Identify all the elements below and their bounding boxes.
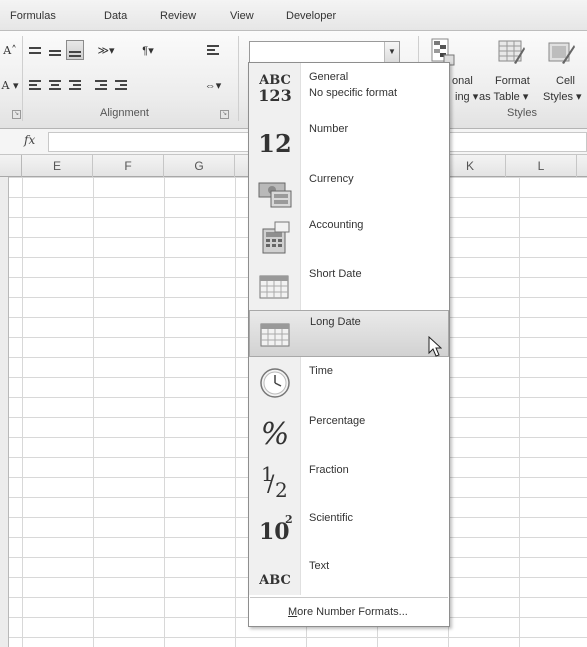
increase-indent-icon	[115, 80, 127, 90]
align-middle-icon	[49, 49, 61, 56]
merge-center-icon: ⇔▾	[204, 79, 222, 92]
menu-item-label: Short Date	[309, 268, 362, 280]
menu-item-label: Currency	[309, 173, 354, 185]
align-right-icon	[69, 80, 81, 90]
grow-font-button[interactable]: A˄	[2, 40, 18, 60]
menu-item-fraction[interactable]: 1 / 2 Fraction	[249, 456, 449, 503]
currency-icon	[258, 182, 292, 208]
menu-item-sublabel: No specific format	[309, 87, 398, 99]
number-format-combo[interactable]: ▼	[249, 41, 400, 63]
menu-item-label: Fraction	[309, 464, 349, 476]
align-left-button[interactable]	[26, 75, 44, 95]
select-all-corner[interactable]	[0, 155, 22, 177]
cell-styles-icon[interactable]	[546, 37, 576, 67]
paragraph-button[interactable]: ¶▾	[134, 40, 162, 60]
font-color-button[interactable]: A ▾	[0, 75, 20, 95]
menu-item-label: Time	[309, 365, 334, 377]
group-separator	[238, 36, 239, 121]
alignment-dialog-launcher[interactable]: ↘	[220, 110, 229, 119]
format-as-table-label[interactable]: Format	[495, 75, 530, 87]
calendar-icon	[259, 275, 289, 299]
menu-item-label: Text	[309, 560, 330, 572]
align-right-button[interactable]	[66, 75, 84, 95]
abc-icon: ABC	[259, 572, 291, 588]
menu-item-percentage[interactable]: % Percentage	[249, 407, 449, 454]
menu-item-label: Number	[309, 123, 349, 135]
column-header-g[interactable]: G	[164, 155, 235, 177]
alignment-group-label: Alignment	[100, 107, 149, 119]
menu-item-label: Percentage	[309, 415, 366, 427]
align-left-icon	[29, 80, 41, 90]
menu-item-short-date[interactable]: Short Date	[249, 262, 449, 309]
align-center-button[interactable]	[46, 75, 64, 95]
menu-item-time[interactable]: Time	[249, 359, 449, 406]
menu-item-long-date[interactable]: Long Date	[249, 310, 449, 357]
menu-item-currency[interactable]: Currency	[249, 165, 449, 212]
menu-item-number[interactable]: 12 Number	[249, 115, 449, 162]
column-header-e[interactable]: E	[22, 155, 93, 177]
column-header-f[interactable]: F	[93, 155, 164, 177]
decrease-indent-icon	[95, 80, 107, 90]
conditional-formatting-label-2[interactable]: ing ▾	[455, 90, 478, 103]
more-number-formats-item[interactable]: More Number Formats...	[250, 597, 448, 625]
number-format-dropdown-button[interactable]: ▼	[384, 42, 399, 62]
menu-item-label: General	[309, 71, 349, 83]
orientation-icon: ≫▾	[97, 44, 115, 57]
decrease-indent-button[interactable]	[92, 75, 110, 95]
clock-icon	[260, 368, 290, 398]
percent-icon: %	[260, 416, 290, 452]
align-bottom-button[interactable]	[66, 40, 84, 60]
cell-styles-label[interactable]: Cell	[556, 75, 575, 87]
orientation-button[interactable]: ≫▾	[92, 40, 120, 60]
row-header-gutter[interactable]	[0, 177, 9, 647]
menu-item-accounting[interactable]: Accounting	[249, 213, 449, 260]
align-center-icon	[49, 80, 61, 90]
group-separator	[22, 36, 23, 121]
tab-formulas[interactable]: Formulas	[10, 10, 56, 22]
mouse-pointer-icon	[428, 336, 442, 357]
insert-function-button[interactable]: fx	[24, 133, 35, 147]
cell-styles-label-2[interactable]: Styles ▾	[543, 90, 582, 103]
calendar-icon	[260, 323, 290, 347]
tab-developer[interactable]: Developer	[286, 10, 336, 22]
wrap-text-icon	[207, 45, 219, 55]
merge-center-button[interactable]: ⇔▾	[198, 75, 228, 95]
menu-item-text[interactable]: ABC Text	[249, 552, 449, 599]
align-bottom-icon	[69, 51, 81, 57]
fraction-icon: 1 / 2	[261, 462, 288, 502]
font-dialog-launcher[interactable]: ↘	[12, 110, 21, 119]
accounting-icon	[262, 221, 290, 254]
ribbon-tab-bar: Formulas Data Review View Developer	[0, 0, 587, 31]
conditional-formatting-label[interactable]: onal	[452, 75, 473, 87]
format-as-table-label-2[interactable]: as Table ▾	[479, 90, 528, 103]
tab-view[interactable]: View	[230, 10, 254, 22]
column-header-l[interactable]: L	[506, 155, 577, 177]
wrap-text-button[interactable]	[204, 40, 222, 60]
menu-item-label: Long Date	[310, 316, 361, 328]
menu-item-label: Accounting	[309, 219, 364, 231]
format-as-table-icon[interactable]	[496, 37, 526, 67]
styles-group-label: Styles	[507, 107, 537, 119]
align-top-button[interactable]	[26, 40, 44, 60]
more-number-formats-label: More Number Formats...	[288, 605, 408, 618]
menu-item-label: Scientific	[309, 512, 354, 524]
abc-123-icon: ABC 123	[258, 73, 292, 105]
tab-data[interactable]: Data	[104, 10, 127, 22]
align-top-icon	[29, 46, 41, 54]
number-icon: 12	[258, 128, 292, 158]
menu-item-scientific[interactable]: 10 2 Scientific	[249, 504, 449, 551]
menu-item-general[interactable]: ABC 123 General No specific format	[249, 65, 449, 112]
scientific-icon: 10 2	[259, 513, 293, 545]
align-middle-button[interactable]	[46, 40, 64, 60]
increase-indent-button[interactable]	[112, 75, 130, 95]
paragraph-icon: ¶▾	[142, 44, 154, 57]
number-format-menu: ABC 123 General No specific format 12 Nu…	[248, 62, 450, 627]
tab-review[interactable]: Review	[160, 10, 196, 22]
